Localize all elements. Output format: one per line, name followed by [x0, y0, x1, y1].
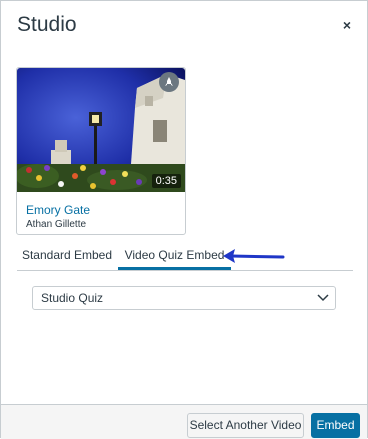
dialog-title: Studio [17, 13, 77, 36]
quiz-select[interactable]: Studio Quiz [32, 286, 336, 310]
video-title-link[interactable]: Emory Gate [26, 203, 90, 217]
video-card[interactable]: 0:35 Emory Gate Athan Gillette [16, 67, 186, 235]
chevron-down-icon [317, 294, 329, 302]
tab-standard-embed[interactable]: Standard Embed [17, 244, 117, 268]
select-another-video-button[interactable]: Select Another Video [187, 413, 304, 438]
quiz-select-value: Studio Quiz [41, 291, 104, 305]
dialog-footer: Select Another Video Embed [1, 404, 367, 439]
annotation-arrow-icon [223, 249, 285, 263]
video-duration: 0:35 [151, 174, 181, 188]
dialog-header: Studio × [1, 1, 367, 53]
studio-dialog: Studio × 0:35 Emory Gate Athan Gillette … [0, 0, 368, 439]
rocket-icon [159, 72, 179, 92]
embed-tabs: Standard Embed Video Quiz Embed [17, 244, 353, 271]
tab-video-quiz-embed[interactable]: Video Quiz Embed [118, 244, 231, 270]
video-thumbnail[interactable]: 0:35 [17, 68, 185, 192]
video-author: Athan Gillette [26, 219, 87, 230]
close-icon[interactable]: × [337, 15, 357, 35]
embed-button[interactable]: Embed [311, 413, 360, 438]
